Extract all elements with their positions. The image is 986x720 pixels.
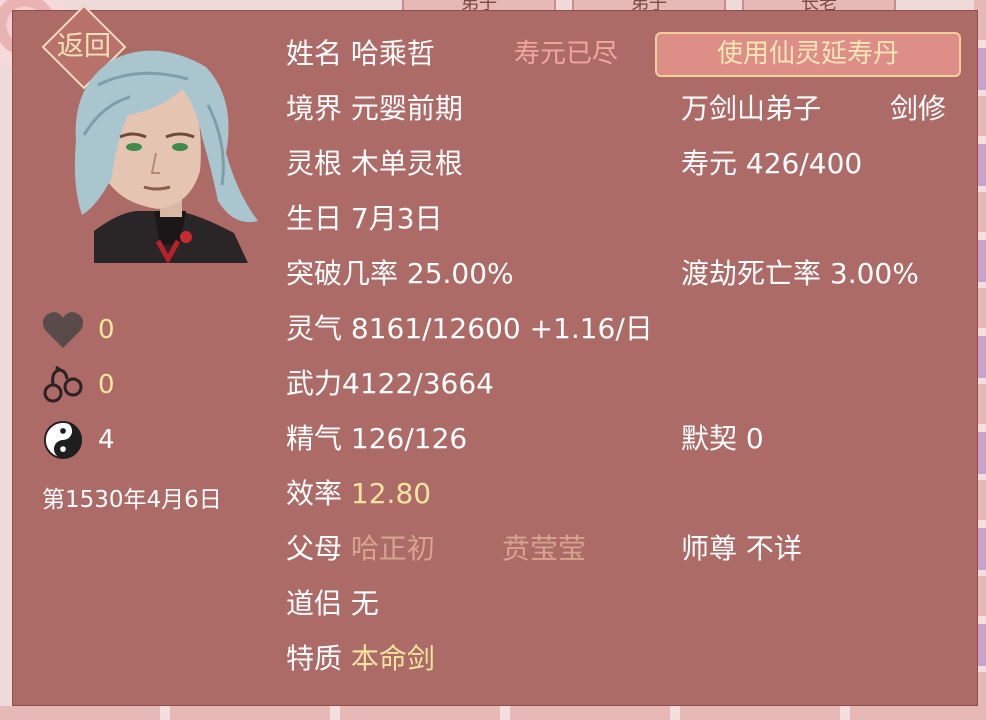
dao-partner-label: 道侣 [286, 587, 343, 620]
parents-label: 父母 [286, 532, 343, 565]
name-label: 姓名 [286, 37, 343, 70]
dao-partner-value: 无 [350, 587, 379, 620]
character-portrait [74, 50, 258, 263]
captivity-stat: 0 [42, 365, 115, 405]
karma-stat: 4 [42, 420, 115, 460]
yin-yang-icon [42, 420, 84, 460]
efficiency-label: 效率 [286, 477, 343, 510]
affection-value: 0 [98, 315, 115, 345]
vitality: 精气 126/126 [286, 422, 468, 455]
realm-label: 境界 [286, 92, 343, 125]
sect-label: 万剑山弟子 [681, 92, 822, 125]
realm-value: 元婴前期 [350, 92, 463, 125]
class-label: 剑修 [890, 92, 947, 125]
father-name[interactable]: 哈正初 [351, 532, 435, 565]
birthday-row: 生日 7月3日 [286, 202, 443, 236]
realm-row: 境界 元婴前期 [286, 92, 463, 126]
master-value: 师尊 不详 [681, 532, 802, 565]
spirit-root-label: 灵根 [286, 147, 343, 180]
trait-value[interactable]: 本命剑 [351, 642, 435, 675]
mother-name[interactable]: 贲莹莹 [502, 532, 586, 566]
background-bottom-strip [0, 706, 986, 720]
affection-stat: 0 [42, 310, 115, 350]
karma-value: 4 [98, 425, 115, 455]
spiritual-energy: 灵气 8161/12600 +1.16/日 [286, 312, 653, 345]
name-value: 哈乘哲 [350, 37, 435, 70]
efficiency-value: 12.80 [350, 477, 432, 510]
spirit-root-row: 灵根 木单灵根 [286, 147, 463, 181]
captivity-value: 0 [98, 370, 115, 400]
trait-label: 特质 [286, 642, 343, 675]
use-longevity-pill-button[interactable]: 使用仙灵延寿丹 [655, 32, 961, 77]
lifespan-value: 寿元 426/400 [681, 147, 863, 180]
combat-power: 武力4122/3664 [286, 367, 494, 400]
breakthrough-rate: 突破几率 25.00% [286, 257, 514, 290]
parents-row: 父母 哈正初 [286, 532, 435, 566]
bond-value: 默契 0 [681, 422, 764, 455]
current-date: 第1530年4月6日 [42, 487, 222, 513]
tribulation-death-rate: 渡劫死亡率 3.00% [681, 257, 919, 290]
lifespan-status: 寿元已尽 [514, 39, 619, 69]
name-row: 姓名 哈乘哲 [286, 37, 435, 71]
spirit-root-value: 木单灵根 [350, 147, 463, 180]
birthday-label: 生日 [286, 202, 343, 235]
heart-icon [42, 310, 84, 350]
birthday-value: 7月3日 [350, 202, 443, 235]
handcuffs-icon [42, 365, 84, 405]
efficiency-row: 效率 12.80 [286, 477, 431, 511]
dao-partner-row: 道侣 无 [286, 587, 379, 621]
trait-row: 特质 本命剑 [286, 642, 435, 676]
